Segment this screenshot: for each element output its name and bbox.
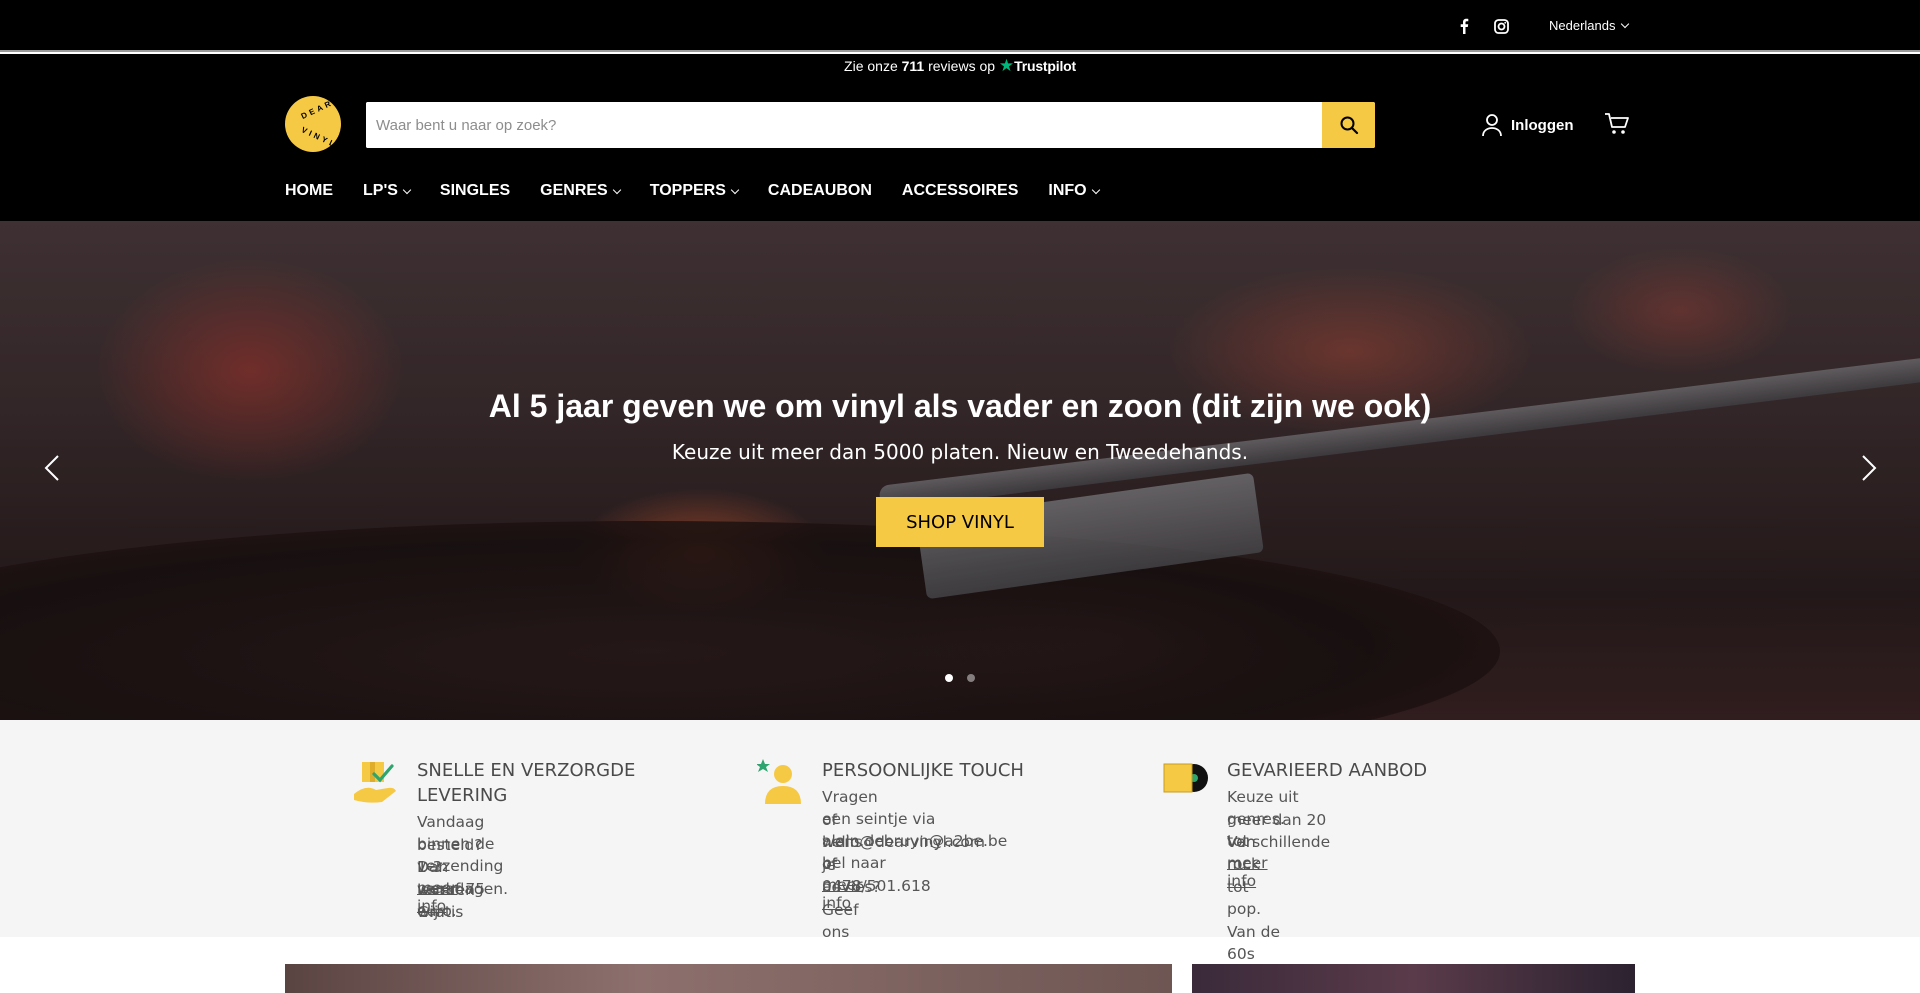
vinyl-record-icon: [1163, 763, 1208, 793]
nav-item-accessoires[interactable]: ACCESSOIRES: [902, 182, 1018, 200]
personal-touch-icon: [757, 759, 801, 804]
user-icon: [1482, 114, 1502, 137]
chevron-down-icon: [402, 185, 412, 194]
nav-label: INFO: [1048, 182, 1087, 199]
nav-item-toppers[interactable]: TOPPERS: [649, 182, 740, 200]
logo-text-bottom: VINYL: [299, 125, 339, 150]
chevron-left-icon: [44, 455, 59, 481]
search-input[interactable]: [366, 102, 1322, 148]
nav-label: GENRES: [540, 182, 608, 199]
search-bar: [366, 102, 1375, 148]
slide-dot-1[interactable]: [945, 674, 953, 682]
cart-button[interactable]: [1604, 112, 1630, 141]
nav-label: ACCESSOIRES: [901, 182, 1019, 199]
instagram-icon[interactable]: [1492, 17, 1510, 35]
logo-text-top: DEAR: [299, 98, 335, 121]
delivery-hand-icon: [354, 762, 396, 803]
nav-label: HOME: [285, 182, 333, 199]
search-icon: [1340, 116, 1358, 135]
site-header: Zie onze 711 reviews op ★Trustpilot DEAR…: [0, 54, 1920, 221]
site-logo[interactable]: DEAR VINYL: [285, 96, 341, 152]
login-link[interactable]: Inloggen: [1481, 113, 1574, 137]
nav-label: SINGLES: [439, 182, 511, 199]
nav-label: CADEAUBON: [767, 182, 872, 199]
main-nav: HOME LP'S SINGLES GENRES TOPPERS CADEAUB…: [285, 182, 1129, 200]
cart-icon: [1605, 113, 1629, 134]
hero-slideshow: Al 5 jaar geven we om vinyl als vader en…: [0, 221, 1920, 720]
trustpilot-star-icon: ★: [998, 56, 1015, 75]
feature-title: GEVARIEERD AANBOD: [1227, 760, 1428, 781]
trustpilot-banner[interactable]: Zie onze 711 reviews op ★Trustpilot: [0, 56, 1920, 76]
nav-item-cadeaubon[interactable]: CADEAUBON: [768, 182, 872, 200]
slide-dot-2[interactable]: [967, 674, 975, 682]
search-button[interactable]: [1322, 102, 1375, 148]
trustpilot-prefix: Zie onze: [844, 58, 898, 74]
trustpilot-brand: Trustpilot: [1014, 58, 1076, 74]
shop-vinyl-button[interactable]: SHOP VINYL: [876, 497, 1044, 547]
trustpilot-suffix: reviews op: [928, 58, 996, 74]
feature-title: SNELLE EN VERZORGDE LEVERING: [417, 760, 636, 806]
utility-bar: Nederlands: [0, 0, 1920, 52]
hero-title: Al 5 jaar geven we om vinyl als vader en…: [488, 388, 1432, 424]
chevron-down-icon: [1620, 19, 1629, 28]
more-info-link[interactable]: meer info: [822, 876, 863, 912]
hero-subtitle: Keuze uit meer dan 5000 platen. Nieuw en…: [671, 440, 1249, 464]
language-selector[interactable]: Nederlands: [1549, 18, 1629, 33]
chevron-down-icon: [612, 185, 621, 194]
review-count: 711: [901, 58, 925, 74]
hero-overlay: [0, 221, 1920, 720]
login-label: Inloggen: [1511, 116, 1574, 134]
nav-item-home[interactable]: HOME: [285, 182, 333, 200]
nav-item-lps[interactable]: LP'S: [363, 182, 412, 200]
nav-item-info[interactable]: INFO: [1048, 182, 1100, 200]
nav-label: TOPPERS: [649, 182, 726, 199]
nav-item-singles[interactable]: SINGLES: [440, 182, 510, 200]
nav-item-genres[interactable]: GENRES: [540, 182, 621, 200]
more-info-link[interactable]: meer info: [1227, 854, 1268, 890]
features-section: SNELLE EN VERZORGDE LEVERING Vandaag bes…: [0, 720, 1920, 963]
next-slide-button[interactable]: [1853, 453, 1883, 483]
chevron-down-icon: [1091, 185, 1100, 194]
previous-slide-button[interactable]: [38, 453, 68, 483]
nav-label: LP'S: [363, 182, 398, 199]
chevron-right-icon: [1862, 455, 1877, 481]
facebook-icon[interactable]: [1455, 17, 1473, 35]
promo-banner-right[interactable]: [1192, 964, 1635, 993]
slide-dots: [945, 674, 975, 682]
feature-title: PERSOONLIJKE TOUCH: [822, 760, 1024, 781]
more-info-link[interactable]: meer info: [417, 879, 458, 915]
chevron-down-icon: [730, 185, 740, 194]
language-label: Nederlands: [1549, 18, 1616, 33]
promo-banner-left[interactable]: [285, 964, 1172, 993]
